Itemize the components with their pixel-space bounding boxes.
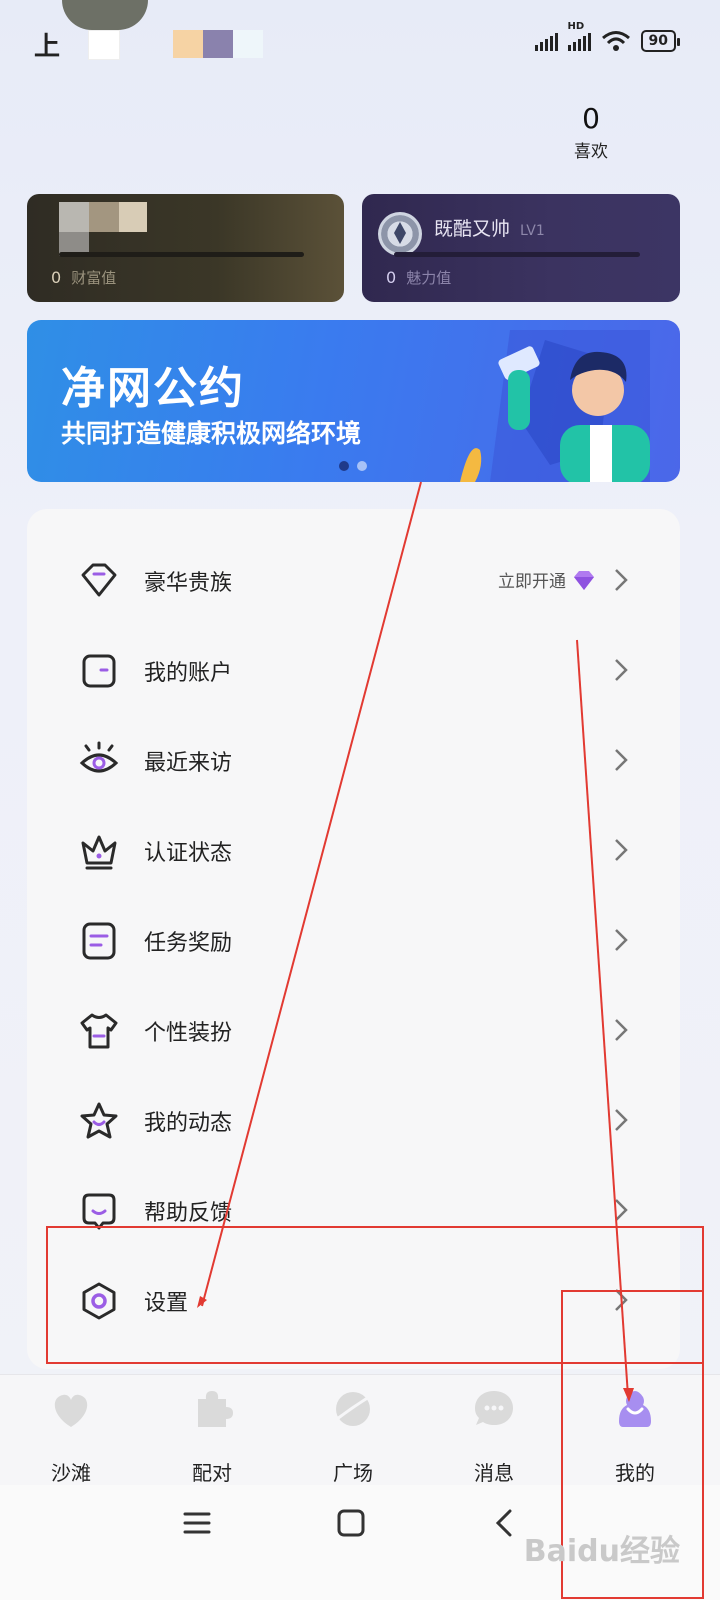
charm-level: LV1 [520,223,545,239]
nav-label: 配对 [192,1461,232,1485]
settings-hexagon-icon [82,1282,116,1320]
chevron-right-icon [615,1199,628,1221]
likes-count: 0 [582,102,600,135]
nav-item-match[interactable]: 配对 [167,1387,257,1486]
nav-label: 广场 [333,1461,373,1485]
menu-item-label: 认证状态 [144,841,233,866]
menu-list: 豪华贵族 立即开通 我的账户 最近来访 认证状态 任务奖励 个性装扮 我的动态 … [27,509,680,1369]
chevron-right-icon [615,1019,628,1041]
nav-item-me[interactable]: 我的 [590,1387,680,1486]
profile-icon [619,1391,651,1427]
puzzle-icon [198,1391,233,1427]
pager-dot[interactable] [357,461,367,471]
menu-icon[interactable] [182,1508,212,1538]
banner-illustration [460,330,650,482]
pager-dot-active[interactable] [339,461,349,471]
home-icon[interactable] [336,1508,366,1538]
wallet-icon [82,654,116,688]
crown-verify-icon [81,835,117,870]
wealth-progress-bar [59,252,304,257]
menu-item-visitors[interactable]: 最近来访 [27,716,680,806]
task-list-icon [82,922,116,960]
purple-diamond-icon [574,570,594,590]
menu-item-label: 我的账户 [144,661,233,686]
wealth-card[interactable]: 0 财富值 [27,194,344,302]
wifi-icon [601,31,630,51]
banner-pager [339,461,367,471]
wealth-value: 0 [51,268,62,287]
menu-item-label: 最近来访 [144,751,233,776]
vip-open-text: 立即开通 [498,572,566,592]
avatar-blur [62,0,148,30]
tshirt-icon [80,1013,118,1049]
battery-indicator: 90 [640,30,681,52]
eye-icon [79,741,119,773]
charm-name: 既酷又帅 [434,218,511,240]
carrier-text: 上 [34,32,61,62]
chevron-right-icon [615,749,628,771]
nav-label: 沙滩 [51,1461,91,1485]
beach-heart-icon [54,1394,88,1427]
nav-item-beach[interactable]: 沙滩 [26,1387,116,1486]
likes-label: 喜欢 [574,142,608,162]
watermark: Baidu经验 [523,1534,680,1569]
menu-item-moments[interactable]: 我的动态 [27,1076,680,1166]
bottom-nav: 沙滩 配对 广场 消息 我的 [0,1374,720,1485]
mosaic-block [203,30,233,58]
menu-item-label: 个性装扮 [144,1021,233,1046]
menu-item-verification[interactable]: 认证状态 [27,806,680,896]
menu-item-label: 任务奖励 [144,931,233,956]
chevron-right-icon [615,929,628,951]
mosaic-block [89,202,119,232]
wealth-label: 财富值 [71,269,117,287]
chevron-right-icon [615,1289,628,1311]
menu-item-label: 豪华贵族 [144,571,233,596]
menu-item-dressup[interactable]: 个性装扮 [27,986,680,1076]
banner-title: 净网公约 [61,363,245,414]
level-badge-icon [378,212,422,256]
back-icon[interactable] [492,1508,516,1538]
menu-item-feedback[interactable]: 帮助反馈 [27,1166,680,1256]
mosaic-block [233,30,263,58]
nav-label: 我的 [615,1461,655,1485]
menu-item-account[interactable]: 我的账户 [27,626,680,716]
chevron-right-icon [615,839,628,861]
menu-item-label: 我的动态 [144,1111,233,1136]
nav-item-square[interactable]: 广场 [308,1387,398,1486]
nav-item-messages[interactable]: 消息 [449,1387,539,1486]
mosaic-block [119,202,147,232]
mosaic-block [88,30,120,60]
charm-card[interactable]: 既酷又帅 LV1 0 魅力值 [362,194,680,302]
nav-label: 消息 [474,1461,514,1485]
charm-value: 0 [386,268,397,287]
status-icons: HD 90 [534,21,681,52]
star-icon [80,1102,118,1139]
banner-subtitle: 共同打造健康积极网络环境 [61,419,362,448]
menu-item-tasks[interactable]: 任务奖励 [27,896,680,986]
charm-label: 魅力值 [406,269,452,287]
feedback-icon [82,1193,116,1230]
menu-item-label: 设置 [144,1291,189,1316]
chevron-right-icon [615,569,628,591]
likes-counter[interactable]: 0 喜欢 [574,102,608,162]
planet-icon [336,1392,370,1426]
diamond-outline-icon [81,563,117,597]
menu-item-settings[interactable]: 设置 [27,1256,680,1346]
chevron-right-icon [615,659,628,681]
promo-banner[interactable]: 净网公约 共同打造健康积极网络环境 [27,320,680,482]
menu-item-label: 帮助反馈 [144,1201,233,1226]
signal-icon [534,31,558,51]
mosaic-block [59,202,89,232]
charm-progress-bar [394,252,640,257]
signal-hd-icon: HD [567,21,591,51]
mosaic-block [173,30,203,58]
chevron-right-icon [615,1109,628,1131]
chat-bubble-icon [475,1391,513,1425]
menu-item-vip[interactable]: 豪华贵族 立即开通 [27,536,680,626]
